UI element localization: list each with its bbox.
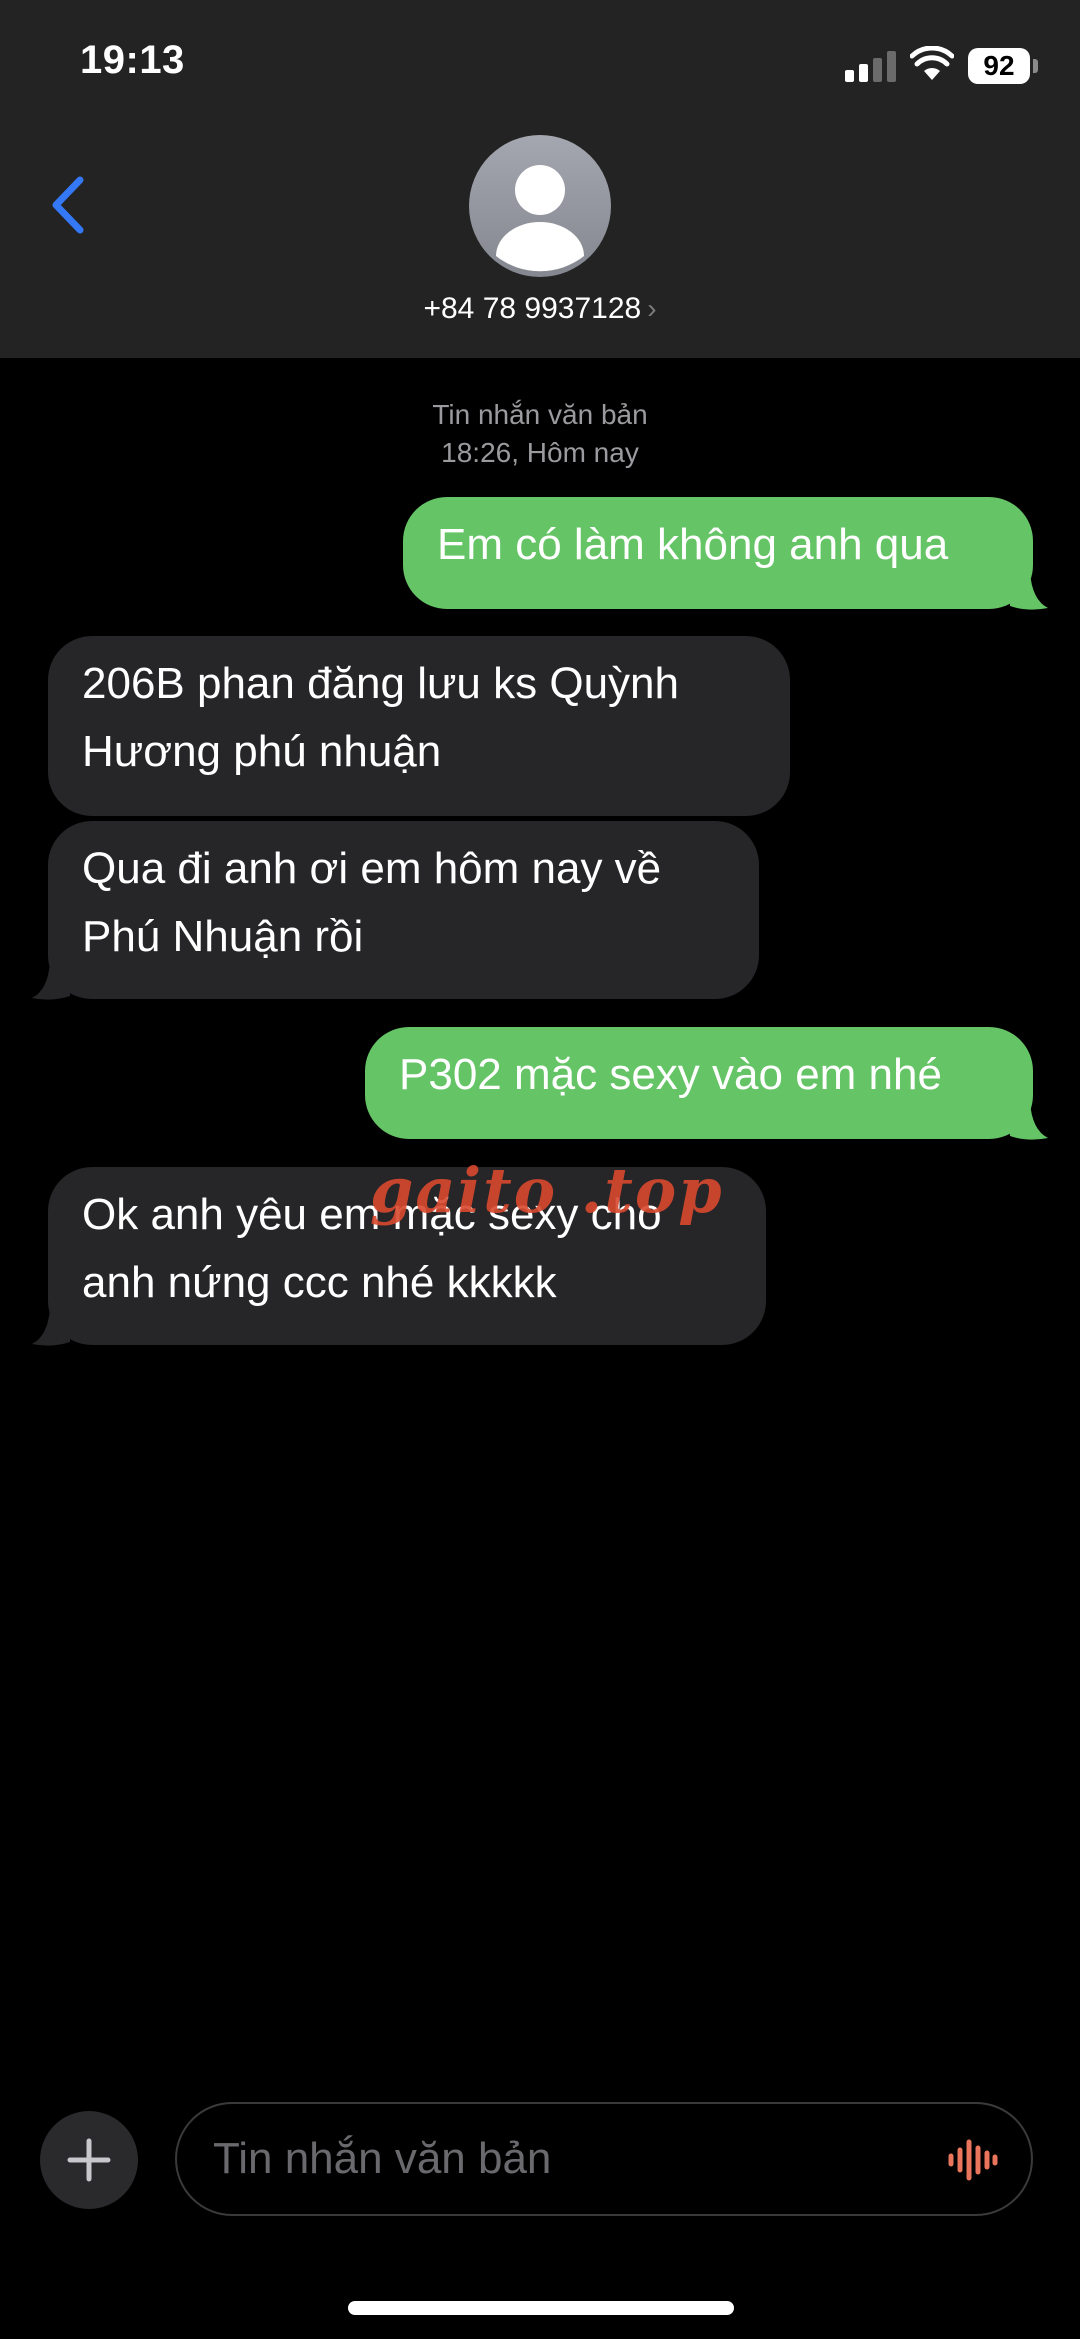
outgoing-message[interactable]: Em có làm không anh qua [403, 497, 1033, 609]
watermark: gaito .top [370, 1154, 724, 1227]
incoming-message[interactable]: Qua đi anh ơi em hôm nay về Phú Nhuận rồ… [48, 821, 759, 999]
message-type-label: Tin nhắn văn bản [432, 399, 648, 430]
home-indicator[interactable] [348, 2301, 734, 2315]
message-text: Em có làm không anh qua [437, 520, 949, 569]
cellular-signal-icon [845, 50, 897, 82]
contact-number: +84 78 9937128 [423, 292, 642, 325]
person-icon [496, 165, 584, 272]
message-input[interactable]: Tin nhắn văn bản [175, 2102, 1033, 2216]
battery-indicator: 92 [968, 48, 1030, 84]
back-button[interactable] [40, 170, 100, 240]
message-text: 206B phan đăng lưu ks Quỳnh [82, 659, 679, 708]
conversation-timestamp: Tin nhắn văn bản 18:26, Hôm nay [0, 396, 1080, 472]
contact-name[interactable]: +84 78 9937128 › [0, 292, 1080, 326]
battery-tip [1033, 59, 1038, 73]
incoming-message[interactable]: 206B phan đăng lưu ks Quỳnh Hương phú nh… [48, 636, 790, 816]
timestamp-label: 18:26, Hôm nay [441, 437, 639, 468]
message-text: Phú Nhuận rồi [82, 912, 364, 961]
wifi-icon [910, 46, 954, 80]
outgoing-message[interactable]: P302 mặc sexy vào em nhé [365, 1027, 1033, 1139]
waveform-icon[interactable] [945, 2138, 1001, 2182]
input-placeholder: Tin nhắn văn bản [213, 2134, 552, 2183]
status-time: 19:13 [80, 38, 185, 82]
message-text: P302 mặc sexy vào em nhé [399, 1050, 942, 1099]
message-text: Qua đi anh ơi em hôm nay về [82, 844, 662, 893]
conversation-header: 19:13 92 +84 78 9937128 › [0, 0, 1080, 358]
message-text: anh nứng ccc nhé kkkkk [82, 1258, 557, 1307]
bubble-tail [1010, 1102, 1048, 1140]
bubble-tail [1010, 572, 1048, 610]
add-attachment-button[interactable] [40, 2111, 138, 2209]
message-text: Hương phú nhuận [82, 727, 442, 776]
chevron-right-icon: › [647, 293, 657, 324]
bubble-tail [32, 1308, 70, 1346]
plus-icon [67, 2138, 111, 2182]
avatar[interactable] [469, 135, 611, 277]
bubble-tail [32, 962, 70, 1000]
